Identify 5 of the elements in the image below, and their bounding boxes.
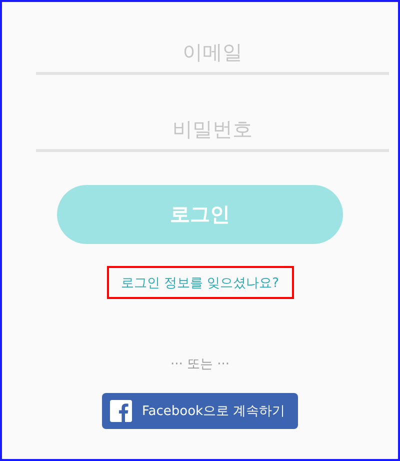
- forgot-password-link[interactable]: 로그인 정보를 잊으셨나요?: [106, 266, 294, 299]
- facebook-button[interactable]: Facebook으로 계속하기: [102, 393, 298, 429]
- or-divider-text: ··· 또는 ···: [170, 356, 230, 373]
- facebook-icon: [110, 400, 132, 422]
- login-button[interactable]: 로그인: [57, 185, 343, 244]
